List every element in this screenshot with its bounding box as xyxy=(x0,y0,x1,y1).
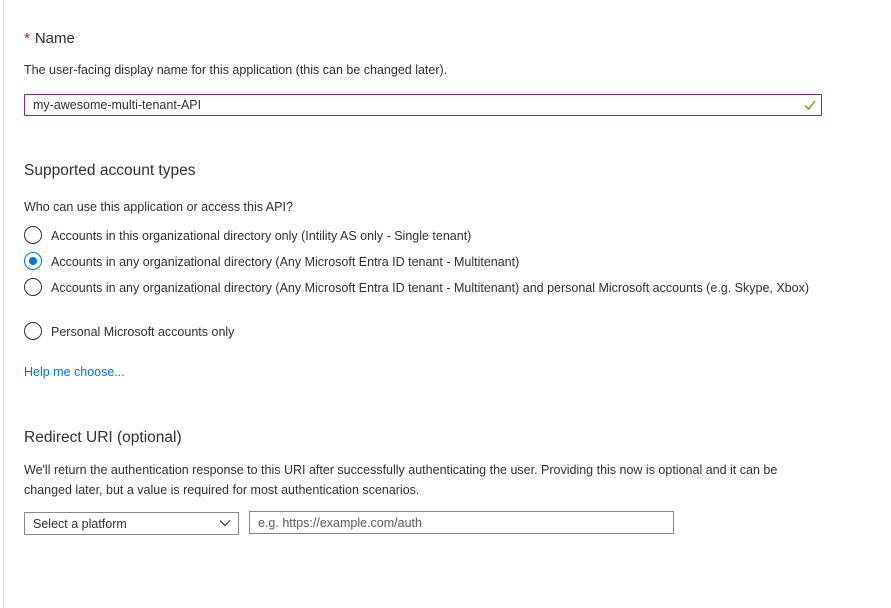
redirect-uri-description: We'll return the authentication response… xyxy=(24,463,778,497)
chevron-down-icon xyxy=(219,520,231,527)
name-description: The user-facing display name for this ap… xyxy=(24,63,448,77)
help-me-choose-link[interactable]: Help me choose... xyxy=(24,365,125,379)
radio-label: Accounts in any organizational directory… xyxy=(51,281,809,295)
redirect-uri-heading: Redirect URI (optional) xyxy=(24,429,182,446)
radio-button[interactable] xyxy=(24,322,42,340)
radio-button-selected[interactable] xyxy=(24,252,42,270)
radio-button[interactable] xyxy=(24,278,42,296)
checkmark-icon xyxy=(804,100,816,110)
radio-label: Accounts in this organizational director… xyxy=(51,229,472,243)
platform-select[interactable]: Select a platform xyxy=(24,512,239,535)
radio-button[interactable] xyxy=(24,226,42,244)
radio-label: Personal Microsoft accounts only xyxy=(51,325,235,339)
name-heading: * Name xyxy=(24,30,75,47)
panel-left-border xyxy=(3,0,4,608)
radio-label: Accounts in any organizational directory… xyxy=(51,255,520,269)
name-input[interactable] xyxy=(33,97,793,113)
platform-select-value: Select a platform xyxy=(33,517,127,531)
account-types-heading: Supported account types xyxy=(24,162,196,179)
radio-selected-dot xyxy=(29,257,37,265)
required-marker: * xyxy=(24,30,30,47)
redirect-uri-input[interactable] xyxy=(249,511,674,534)
name-input-wrapper xyxy=(24,94,822,116)
name-heading-label: Name xyxy=(34,30,75,47)
account-types-question: Who can use this application or access t… xyxy=(24,200,293,214)
